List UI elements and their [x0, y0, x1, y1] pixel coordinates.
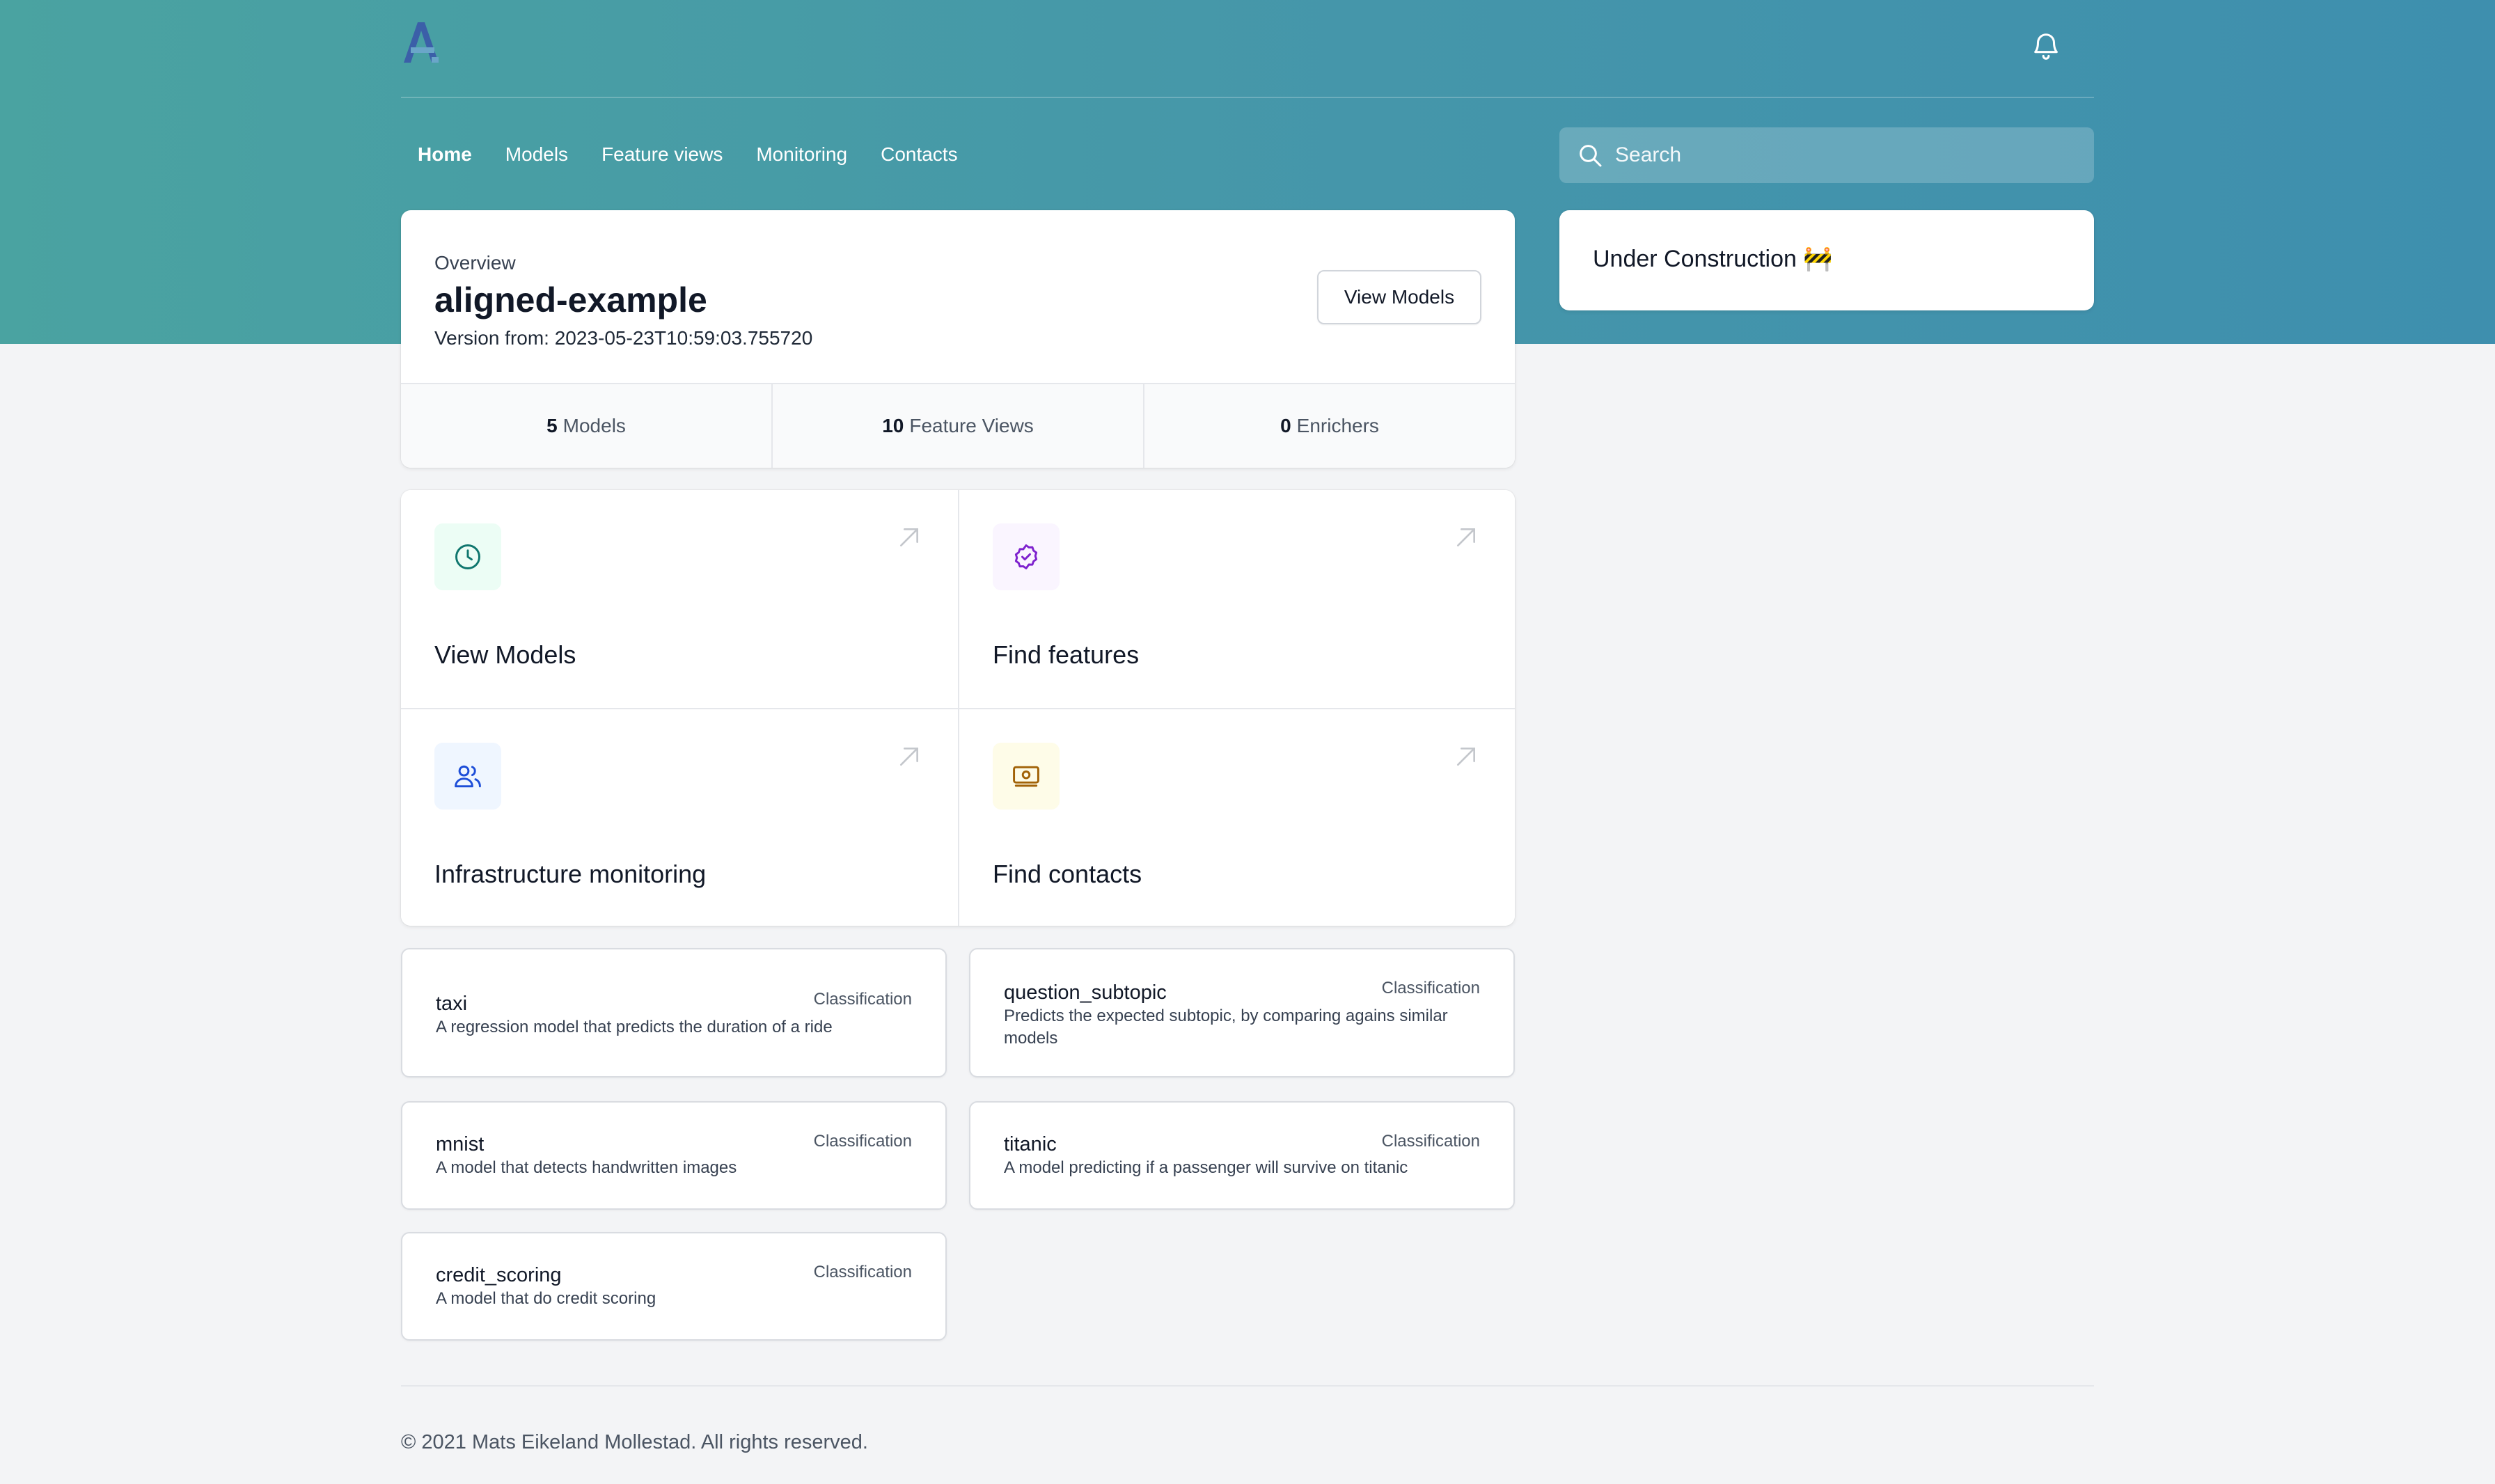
footer-copyright: © 2021 Mats Eikeland Mollestad. All righ…: [401, 1431, 868, 1453]
stat-label: Feature Views: [909, 415, 1034, 436]
model-type: Classification: [813, 990, 912, 1009]
main-nav: Home Models Feature views Monitoring Con…: [401, 127, 975, 182]
model-description: Predicts the expected subtopic, by compa…: [1004, 1007, 1448, 1048]
banknote-icon: [1013, 766, 1039, 787]
tile-find-contacts[interactable]: Find contacts: [958, 708, 1515, 926]
stat-feature-views: 10 Feature Views: [773, 384, 1144, 468]
view-models-button[interactable]: View Models: [1317, 270, 1481, 324]
nav-models[interactable]: Models: [489, 127, 585, 182]
tile-icon-bg: [993, 743, 1060, 810]
nav-home[interactable]: Home: [401, 127, 489, 182]
aligned-logo-icon[interactable]: [401, 19, 440, 65]
tile-icon-bg: [434, 743, 501, 810]
model-card-taxi[interactable]: taxi Classification A regression model t…: [401, 948, 947, 1078]
tile-infrastructure-monitoring[interactable]: Infrastructure monitoring: [401, 708, 958, 926]
search-input[interactable]: [1615, 127, 2075, 183]
stat-count: 10: [882, 415, 904, 436]
clock-icon: [455, 544, 480, 569]
stat-count: 5: [546, 415, 558, 436]
under-construction-text: Under Construction 🚧: [1593, 246, 1833, 272]
model-card-titanic[interactable]: titanic Classification A model predictin…: [969, 1101, 1515, 1210]
model-type: Classification: [813, 1132, 912, 1151]
tile-icon-bg: [993, 523, 1060, 590]
footer-divider: [401, 1385, 2094, 1387]
model-name: taxi: [436, 993, 468, 1015]
model-description: A model predicting if a passenger will s…: [1004, 1158, 1408, 1177]
top-bar: [401, 0, 2094, 98]
tile-title: View Models: [434, 640, 576, 669]
model-type: Classification: [1381, 1132, 1480, 1151]
stat-label: Models: [562, 415, 626, 436]
model-description: A regression model that predicts the dur…: [436, 1018, 833, 1036]
arrow-up-right-icon: [900, 748, 918, 766]
tile-title: Find contacts: [993, 860, 1142, 888]
model-description: A model that detects handwritten images: [436, 1158, 737, 1177]
stat-count: 0: [1280, 415, 1291, 436]
stat-models: 5 Models: [401, 384, 773, 468]
nav-feature-views[interactable]: Feature views: [585, 127, 739, 182]
model-name: credit_scoring: [436, 1264, 562, 1286]
model-name: question_subtopic: [1004, 981, 1167, 1004]
tile-view-models[interactable]: View Models: [401, 490, 958, 708]
under-construction-panel: Under Construction 🚧: [1559, 210, 2094, 310]
bell-icon[interactable]: [2030, 31, 2062, 63]
arrow-up-right-icon: [900, 528, 918, 546]
model-card-credit-scoring[interactable]: credit_scoring Classification A model th…: [401, 1232, 947, 1341]
search-icon: [1580, 145, 1602, 167]
tile-icon-bg: [434, 523, 501, 590]
tile-find-features[interactable]: Find features: [958, 490, 1515, 708]
users-icon: [455, 765, 481, 788]
arrow-up-right-icon: [1457, 748, 1475, 766]
arrow-up-right-icon: [1457, 528, 1475, 546]
model-type: Classification: [813, 1263, 912, 1281]
overview-card: Overview aligned-example Version from: 2…: [401, 210, 1515, 468]
search-box: [1559, 127, 2094, 183]
overview-label: Overview: [434, 252, 516, 274]
tile-title: Find features: [993, 640, 1140, 669]
version-text: Version from: 2023-05-23T10:59:03.755720: [434, 327, 813, 349]
model-card-mnist[interactable]: mnist Classification A model that detect…: [401, 1101, 947, 1210]
stat-label: Enrichers: [1296, 415, 1379, 436]
page-title: aligned-example: [434, 281, 707, 319]
tile-title: Infrastructure monitoring: [434, 860, 707, 888]
model-type: Classification: [1381, 979, 1480, 997]
model-name: titanic: [1004, 1133, 1057, 1155]
nav-monitoring[interactable]: Monitoring: [739, 127, 864, 182]
model-description: A model that do credit scoring: [436, 1289, 656, 1308]
nav-contacts[interactable]: Contacts: [864, 127, 975, 182]
model-card-question-subtopic[interactable]: question_subtopic Classification Predict…: [969, 948, 1515, 1078]
badge-check-icon: [1014, 544, 1038, 569]
overview-stats: 5 Models 10 Feature Views 0 Enrichers: [401, 383, 1515, 468]
stat-enrichers: 0 Enrichers: [1144, 384, 1515, 468]
model-name: mnist: [436, 1133, 485, 1155]
action-tiles: View Models Find features Infrastructure…: [401, 490, 1515, 926]
